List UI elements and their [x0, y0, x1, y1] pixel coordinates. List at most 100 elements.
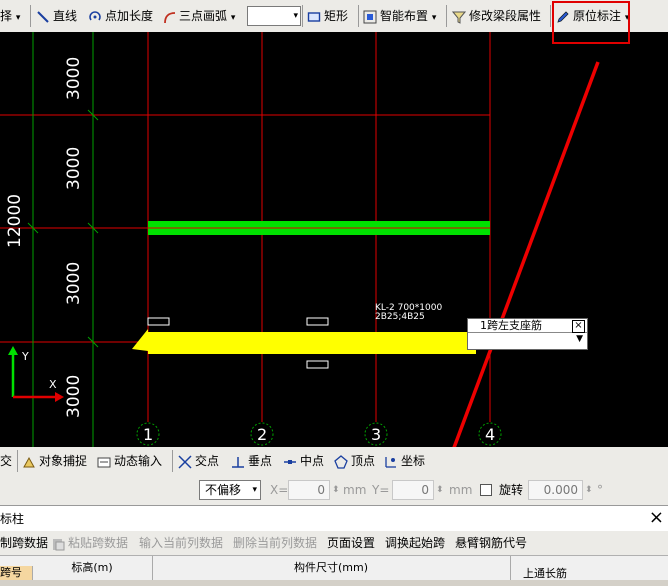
select-label: 择 [0, 9, 13, 23]
arc-icon [164, 11, 176, 23]
annotation-arrow-shaft [452, 61, 600, 447]
popup-close-button[interactable]: × [572, 320, 585, 333]
axis-number: 4 [485, 425, 495, 444]
dimension-text: 3000 [64, 57, 84, 100]
ucs-y-arrow [8, 346, 18, 355]
rotate-input[interactable]: 0.000 [528, 480, 583, 500]
input-current-column-button[interactable]: 输入当前列数据 [139, 533, 223, 553]
toolbar-separator [17, 450, 18, 472]
intersection-button[interactable]: 交点 [178, 451, 219, 471]
rect-icon [307, 11, 321, 22]
vertex-icon [334, 454, 348, 469]
dimension-text: 3000 [64, 262, 84, 305]
axis-number: 2 [257, 425, 267, 444]
midpoint-button[interactable]: 中点 [283, 451, 324, 471]
toolbar-separator [302, 5, 303, 27]
column-header-elevation[interactable]: 标高(m) [32, 556, 153, 580]
rect-label: 矩形 [324, 9, 349, 23]
annotation-box[interactable] [306, 360, 329, 369]
object-snap-button[interactable]: 对象捕捉 [22, 451, 87, 471]
intersection-label: 交点 [195, 454, 220, 468]
offset-mode-select[interactable]: 不偏移 ▾ [199, 480, 261, 500]
in-situ-input-popup[interactable]: 1跨左支座筋 × ▼ [467, 318, 588, 350]
yellow-beam[interactable] [132, 329, 476, 354]
dimension-text: 3000 [64, 375, 84, 418]
dynamic-input-button[interactable]: 动态输入 [97, 451, 162, 471]
x-input[interactable]: 0 [288, 480, 330, 500]
midpoint-icon [284, 459, 296, 464]
y-spinner[interactable]: ⬍ [436, 480, 444, 500]
toolbar-separator [358, 5, 359, 27]
line-button[interactable]: 直线 [36, 6, 77, 26]
dropdown-arrow-icon: ▾ [15, 13, 21, 23]
dropdown-arrow-icon[interactable]: ▼ [576, 334, 583, 344]
coordinate-label: 坐标 [401, 454, 426, 468]
cantilever-code-button[interactable]: 悬臂钢筋代号 [455, 533, 527, 553]
toolbar-separator [446, 5, 447, 27]
coordinate-button[interactable]: 坐标 [384, 451, 425, 471]
dropdown-arrow-icon: ▾ [230, 13, 236, 23]
y-unit: mm [449, 483, 473, 497]
delete-current-column-button[interactable]: 删除当前列数据 [233, 533, 317, 553]
y-label: Y= [372, 483, 390, 497]
column-header-span-no[interactable]: 跨号 [0, 566, 33, 580]
perpendicular-icon [232, 456, 244, 468]
vertex-button[interactable]: 顶点 [334, 451, 375, 471]
three-point-arc-label: 三点画弧 [179, 9, 228, 23]
paste-span-data-button[interactable]: 粘贴跨数据 [51, 533, 128, 553]
line-label: 直线 [53, 9, 78, 23]
arc-option-combo[interactable]: ▾ [247, 6, 301, 26]
three-point-arc-button[interactable]: 三点画弧 ▾ [162, 6, 235, 26]
ucs-y-label: Y [21, 350, 29, 363]
panel-action-bar: 制跨数据 粘贴跨数据 输入当前列数据 删除当前列数据 页面设置 调换起始跨 悬臂… [0, 531, 668, 555]
coordinate-icon [385, 456, 396, 468]
smart-layout-button[interactable]: 智能布置 ▾ [363, 6, 436, 26]
offset-mode-value: 不偏移 [205, 483, 242, 497]
point-length-icon [89, 10, 101, 20]
dynamic-input-icon [97, 457, 111, 467]
x-unit: mm [343, 483, 367, 497]
select-button[interactable]: 择 ▾ [0, 6, 20, 26]
panel-close-button[interactable]: × [649, 506, 664, 530]
annotation-box[interactable] [147, 317, 170, 326]
swap-start-span-button[interactable]: 调换起始跨 [385, 533, 445, 553]
snap-toolbar: 交 对象捕捉 动态输入 交点 垂点 中点 顶点 坐标 [0, 447, 668, 476]
filter-icon [452, 11, 466, 24]
ucs-x-arrow [55, 392, 64, 402]
axis-number: 1 [143, 425, 153, 444]
column-header-member-size[interactable]: 构件尺寸(mm) [152, 556, 511, 580]
rotate-unit: ° [597, 483, 603, 497]
y-input[interactable]: 0 [392, 480, 434, 500]
annotation-box[interactable] [306, 317, 329, 326]
line-icon [37, 10, 49, 23]
dimension-text: 3000 [64, 147, 84, 190]
beam-label-line2: 2B25;4B25 [375, 312, 425, 322]
x-label: X= [270, 483, 289, 497]
rotate-spinner[interactable]: ⬍ [585, 480, 593, 500]
smart-layout-label: 智能布置 [380, 9, 429, 23]
perpendicular-button[interactable]: 垂点 [231, 451, 272, 471]
x-spinner[interactable]: ⬍ [332, 480, 340, 500]
dropdown-arrow-icon: ▾ [293, 11, 298, 21]
intersection-icon [178, 454, 192, 469]
panel-header: 标柱 × [0, 505, 668, 533]
drawing-canvas[interactable]: 3000 3000 3000 3000 12000 KL-2 700*1000 … [0, 32, 668, 447]
rotate-checkbox[interactable] [480, 484, 492, 496]
midpoint-label: 中点 [300, 454, 325, 468]
intersect-snap-button[interactable]: 交 [0, 451, 12, 471]
point-length-button[interactable]: 点加长度 [88, 6, 153, 26]
toolbar-separator [30, 5, 31, 27]
popup-title: 1跨左支座筋 [468, 319, 587, 333]
ucs-x-label: X [49, 378, 57, 391]
copy-span-data-button[interactable]: 制跨数据 [0, 533, 48, 553]
total-dimension-text: 12000 [5, 194, 25, 248]
table-header: 跨号 标高(m) 构件尺寸(mm) 上通长筋 [0, 555, 668, 580]
drawing-svg: 3000 3000 3000 3000 12000 KL-2 700*1000 … [0, 32, 600, 447]
point-length-label: 点加长度 [105, 9, 154, 23]
rotate-label: 旋转 [499, 483, 524, 497]
rect-button[interactable]: 矩形 [307, 6, 348, 26]
modify-beam-props-button[interactable]: 修改梁段属性 [452, 6, 541, 26]
object-snap-label: 对象捕捉 [39, 454, 88, 468]
page-setup-button[interactable]: 页面设置 [327, 533, 375, 553]
column-header-top-through-bar[interactable]: 上通长筋 [510, 562, 580, 580]
